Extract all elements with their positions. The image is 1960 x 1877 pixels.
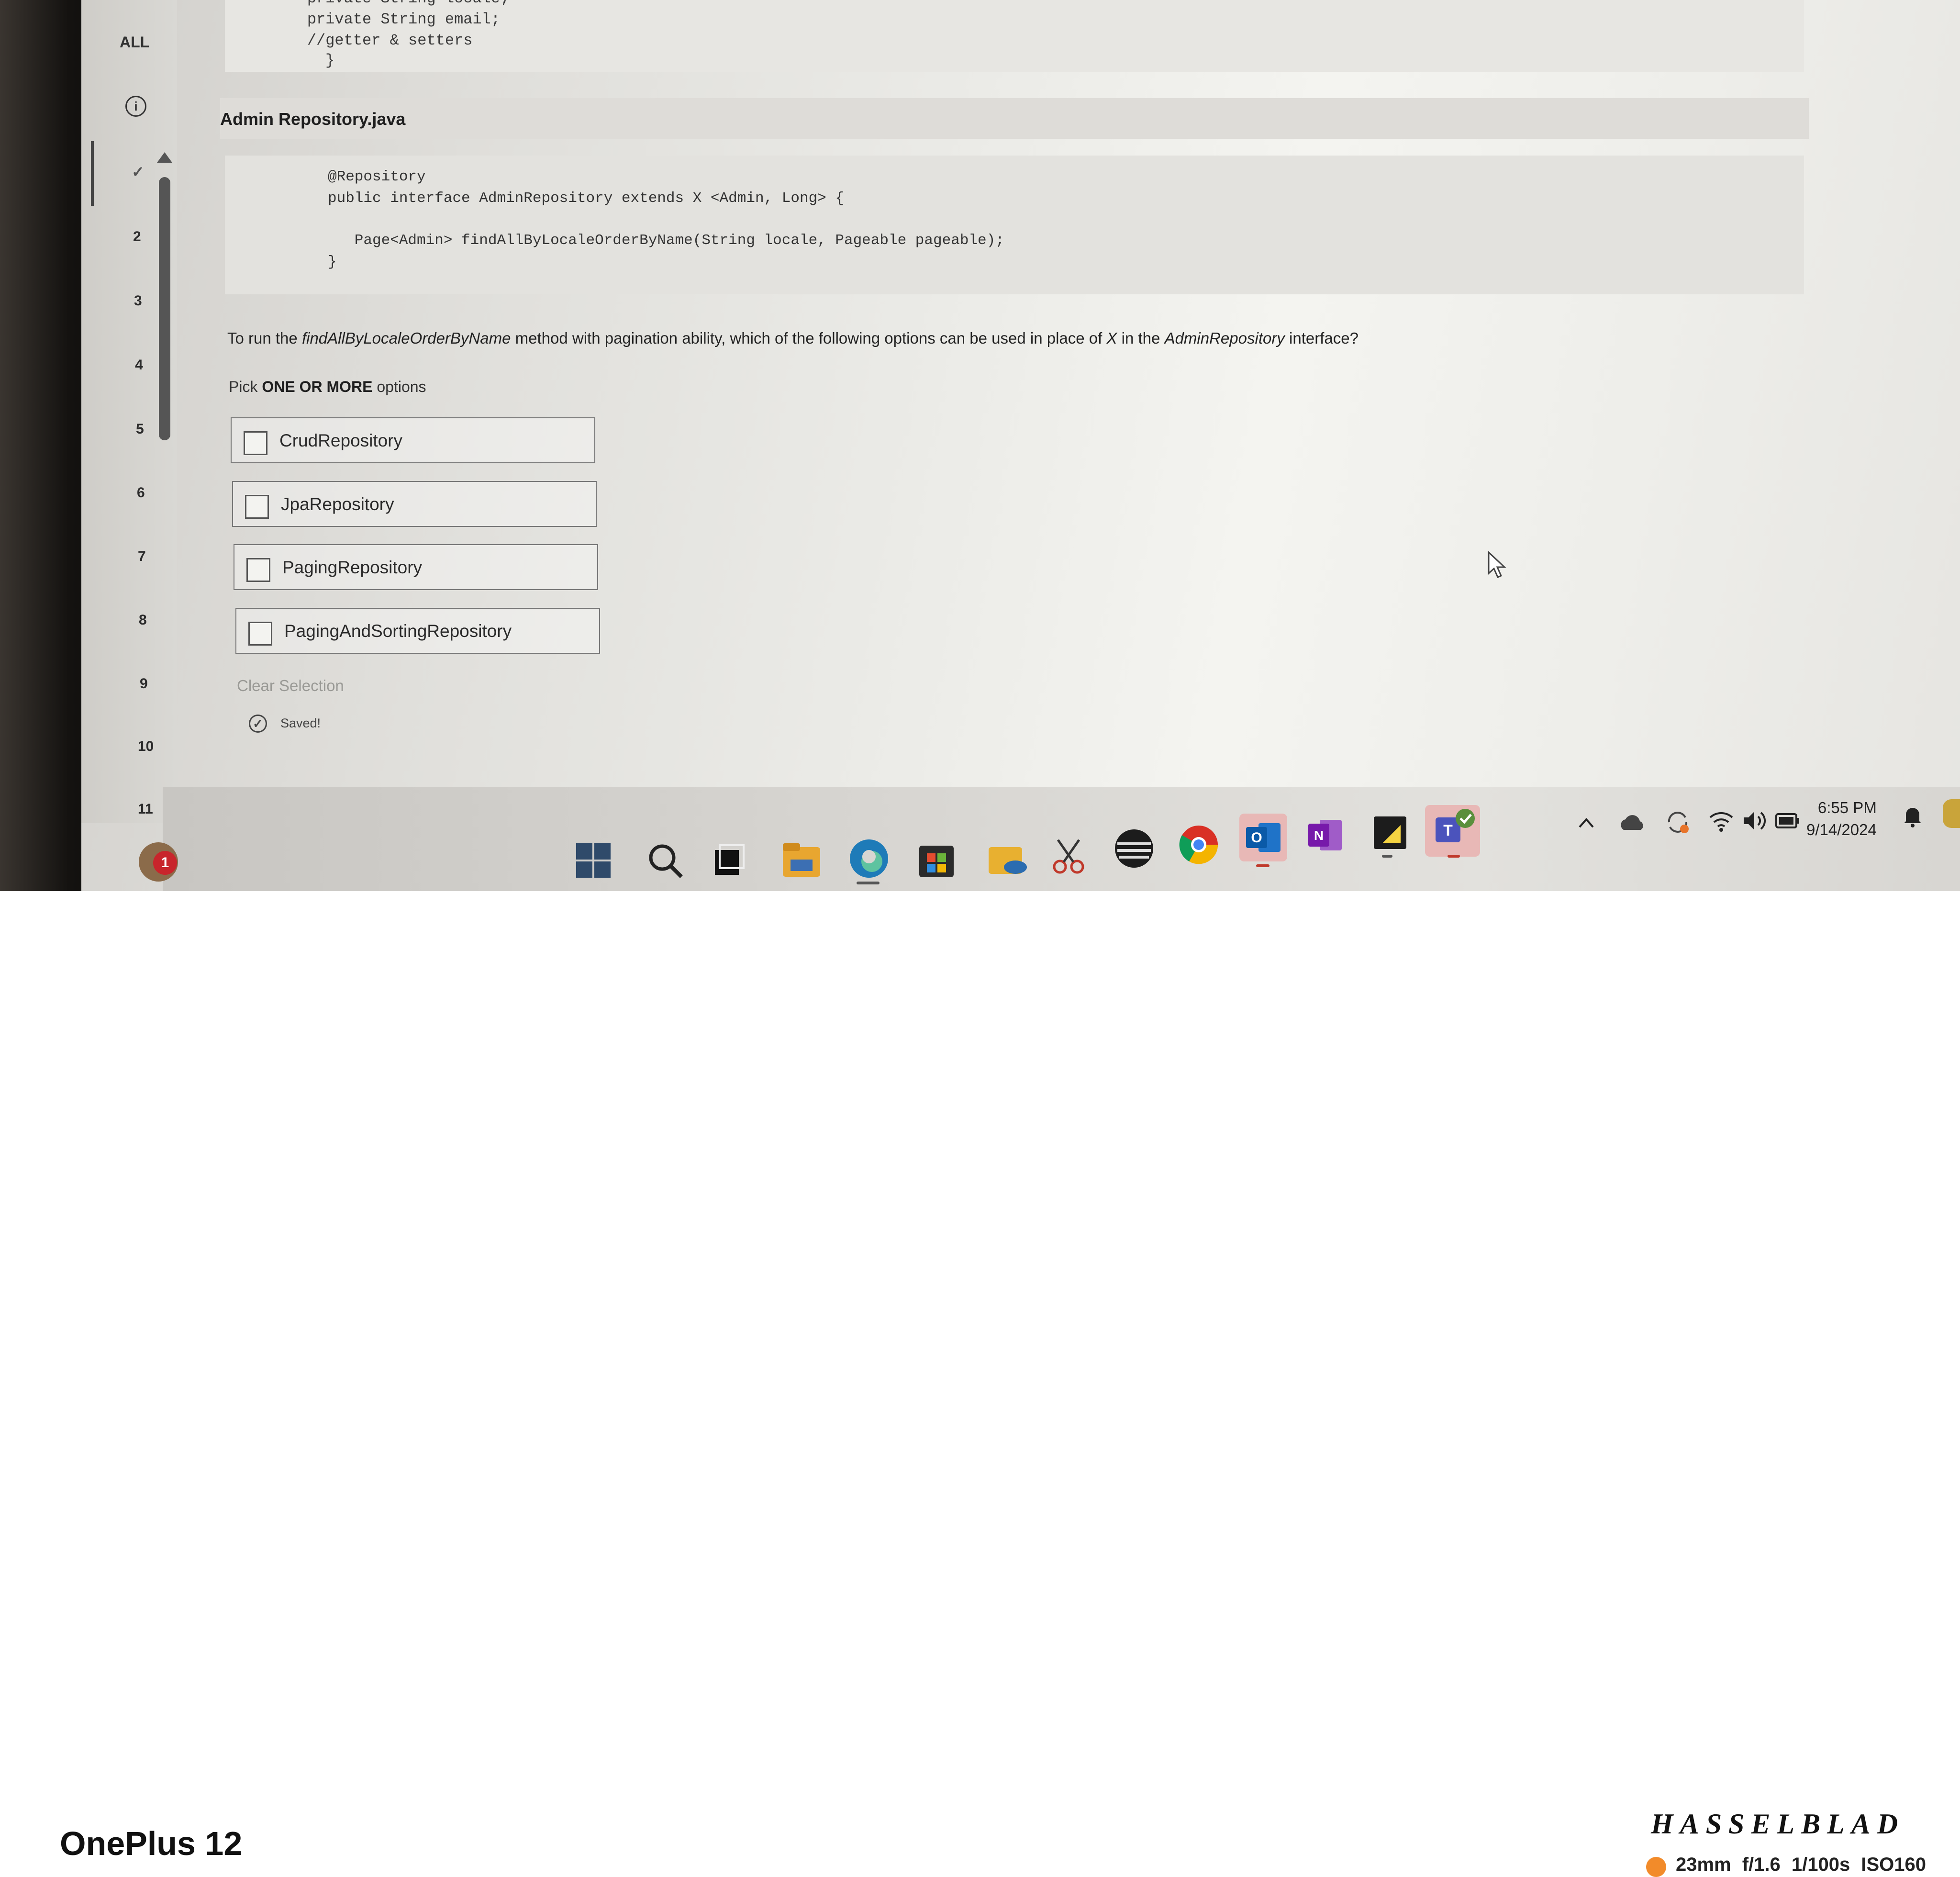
taskbar-clock[interactable]: 6:55 PM 9/14/2024: [1806, 797, 1877, 841]
chrome-icon[interactable]: [1177, 823, 1220, 866]
nav-all[interactable]: ALL: [120, 34, 149, 51]
question-suffix: interface?: [1284, 329, 1359, 347]
battery-icon[interactable]: [1775, 812, 1800, 829]
question-method: findAllByLocaleOrderByName: [301, 329, 511, 347]
nav-item-2[interactable]: 2: [133, 229, 141, 245]
edge-browser-icon[interactable]: [847, 837, 891, 881]
question-middle: method with pagination ability, which of…: [511, 329, 1107, 347]
pick-bold: ONE OR MORE: [262, 378, 373, 395]
volume-icon[interactable]: [1742, 809, 1768, 833]
nav-item-8[interactable]: 8: [139, 612, 147, 628]
nav-item-11[interactable]: 11: [138, 801, 153, 817]
sync-icon[interactable]: [1664, 809, 1691, 836]
notification-bell-icon[interactable]: [1902, 804, 1923, 828]
option-paging-repository[interactable]: PagingRepository: [234, 544, 598, 590]
copilot-edge-icon[interactable]: [1943, 799, 1960, 828]
nav-item-4[interactable]: 4: [135, 357, 143, 373]
info-icon[interactable]: i: [125, 96, 146, 117]
pick-prefix: Pick: [229, 378, 262, 395]
nav-item-9[interactable]: 9: [140, 676, 148, 692]
nav-scrollbar[interactable]: [159, 177, 170, 440]
code-block-top: private String locale; private String em…: [225, 0, 1804, 72]
nav-item-5[interactable]: 5: [136, 421, 144, 437]
task-view-icon[interactable]: [713, 843, 746, 877]
clear-selection-link[interactable]: Clear Selection: [237, 677, 344, 695]
code-line: Page<Admin> findAllByLocaleOrderByName(S…: [328, 232, 1004, 249]
option-label: PagingRepository: [282, 558, 423, 577]
outlook-active-indicator: [1256, 864, 1270, 867]
clock-time: 6:55 PM: [1817, 799, 1877, 816]
option-paging-and-sorting-repository[interactable]: PagingAndSortingRepository: [235, 608, 600, 654]
nav-item-3[interactable]: 3: [134, 293, 142, 309]
nav-item-1-check-icon[interactable]: ✓: [132, 163, 145, 181]
code-line: @Repository: [328, 168, 426, 185]
nav-item-6[interactable]: 6: [137, 485, 145, 501]
saved-status: Saved!: [280, 716, 321, 730]
sticky-notes-icon[interactable]: [1371, 814, 1409, 852]
question-navigator: ALL i ✓ 2 3 4 5 6 7 8 9 10 11: [81, 0, 193, 823]
file-title: Admin Repository.java: [220, 109, 406, 129]
nav-scroll-up-icon[interactable]: [157, 152, 172, 163]
checkbox[interactable]: [245, 495, 269, 519]
pick-suffix: options: [372, 378, 426, 395]
file-header-bar: [220, 98, 1809, 139]
outlook-icon[interactable]: O: [1244, 818, 1282, 857]
photo-watermark-footer: OnePlus 12 HASSELBLAD 23mm f/1.6 1/100s …: [0, 891, 1960, 1877]
camera-specs: 23mm f/1.6 1/100s ISO160: [1676, 1854, 1926, 1875]
brand-dot-icon: [1646, 1857, 1666, 1877]
option-label: CrudRepository: [279, 431, 403, 450]
checkbox[interactable]: [244, 431, 267, 455]
question-x: X: [1106, 329, 1117, 347]
question-prefix: To run the: [227, 329, 302, 347]
wifi-icon[interactable]: [1708, 810, 1734, 833]
teams-active-indicator: [1448, 855, 1460, 858]
question-text: To run the findAllByLocaleOrderByName me…: [227, 329, 1359, 347]
snipping-tool-icon[interactable]: [1050, 835, 1089, 878]
code-line: private String locale;: [270, 0, 509, 7]
onedrive-cloud-icon[interactable]: [1619, 814, 1646, 833]
nav-item-10[interactable]: 10: [138, 738, 154, 755]
option-crud-repository[interactable]: CrudRepository: [231, 417, 595, 463]
clock-date: 9/14/2024: [1806, 821, 1877, 838]
active-app-indicator: [857, 882, 880, 884]
chevron-up-icon[interactable]: [1577, 814, 1596, 833]
code-line: }: [325, 52, 335, 69]
device-name: OnePlus 12: [60, 1825, 243, 1862]
option-label: JpaRepository: [281, 494, 394, 514]
camera-brand: HASSELBLAD: [1651, 1808, 1905, 1840]
checkbox[interactable]: [248, 622, 272, 646]
onenote-icon[interactable]: N: [1306, 816, 1345, 854]
pick-instruction: Pick ONE OR MORE options: [229, 378, 426, 396]
file-explorer-icon[interactable]: [780, 838, 823, 882]
code-line: //getter & setters: [270, 32, 473, 49]
teams-icon[interactable]: T: [1431, 805, 1479, 853]
sticky-active-indicator: [1382, 855, 1392, 858]
photo-background: ALL i ✓ 2 3 4 5 6 7 8 9 10 11 private St…: [0, 0, 1960, 891]
start-menu-icon[interactable]: [574, 841, 612, 880]
saved-check-icon: ✓: [249, 715, 267, 733]
active-indicator: [91, 141, 94, 206]
nav-item-7[interactable]: 7: [138, 548, 146, 565]
store-icon[interactable]: [916, 840, 957, 880]
svg-text:T: T: [1443, 822, 1453, 839]
svg-text:O: O: [1251, 830, 1262, 846]
code-block-main: @Repository public interface AdminReposi…: [225, 156, 1804, 294]
question-middle2: in the: [1117, 329, 1165, 347]
search-icon[interactable]: [646, 841, 684, 880]
code-line: }: [328, 254, 337, 270]
checkbox[interactable]: [246, 558, 270, 582]
option-label: PagingAndSortingRepository: [284, 621, 512, 641]
folder-cloud-icon[interactable]: [986, 838, 1029, 881]
code-line: public interface AdminRepository extends…: [328, 190, 844, 207]
screen: ALL i ✓ 2 3 4 5 6 7 8 9 10 11 private St…: [81, 0, 1960, 891]
question-interface: AdminRepository: [1164, 329, 1285, 347]
option-jpa-repository[interactable]: JpaRepository: [232, 481, 597, 527]
code-line: private String email;: [270, 11, 501, 28]
notification-badge: 1: [153, 851, 177, 875]
svg-text:N: N: [1314, 828, 1324, 843]
app-stripes-icon[interactable]: [1113, 827, 1156, 870]
